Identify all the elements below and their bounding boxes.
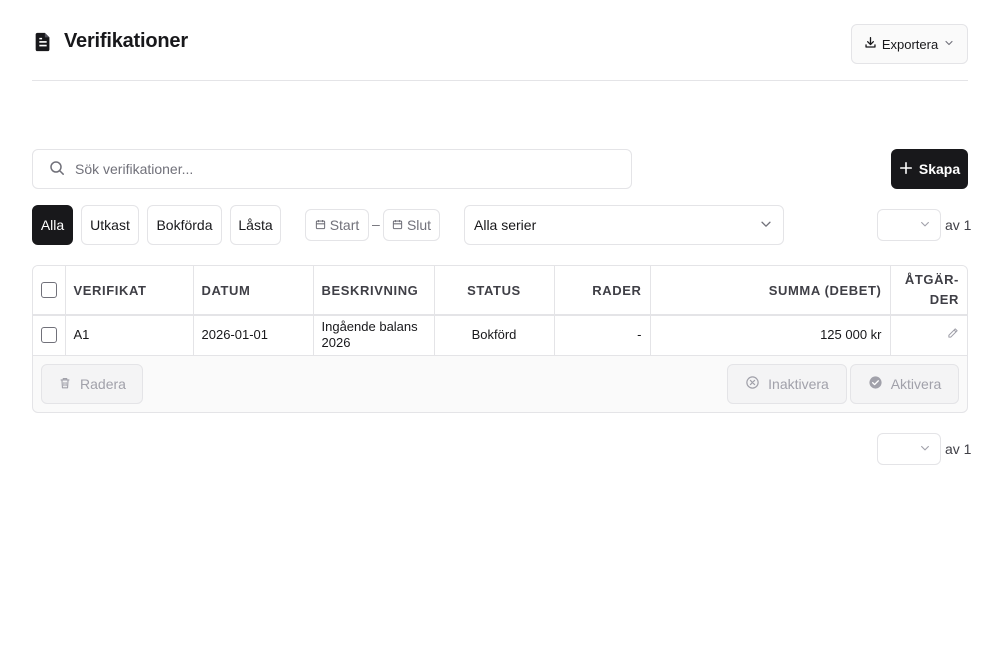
row-checkbox[interactable]	[40, 327, 57, 344]
chevron-down-icon	[759, 217, 773, 234]
check-circle-icon	[868, 375, 883, 393]
deactivate-button[interactable]: Inaktivera	[727, 364, 847, 404]
cell-beskrivning: Ingående balans 2026	[313, 315, 435, 356]
edit-pencil-icon[interactable]	[947, 327, 959, 343]
page-title: Verifikationer	[64, 30, 188, 52]
activate-label: Aktivera	[890, 376, 942, 392]
end-date-label: Slut	[406, 217, 432, 233]
export-button[interactable]: Exportera	[851, 24, 968, 64]
calendar-icon	[315, 217, 326, 233]
chevron-down-icon	[919, 217, 931, 233]
search-input[interactable]	[75, 161, 595, 177]
cell-status: Bokförd	[434, 315, 555, 356]
row-select-cell	[33, 315, 66, 356]
cell-datum: 2026-01-01	[193, 315, 314, 356]
x-circle-icon	[745, 375, 760, 393]
document-icon	[32, 31, 54, 53]
page-select-bottom[interactable]	[877, 433, 941, 465]
column-header-actions: ÅTGÄR-DER	[890, 266, 967, 316]
bulk-actions-bar: Radera Inaktivera Aktivera	[33, 356, 967, 412]
column-header-status[interactable]: STATUS	[434, 266, 555, 316]
delete-button[interactable]: Radera	[41, 364, 143, 404]
cell-actions	[890, 315, 967, 356]
series-select[interactable]: Alla serier	[464, 205, 784, 245]
column-header-verifikat[interactable]: VERIFIKAT	[65, 266, 194, 316]
chevron-down-icon	[919, 441, 931, 457]
delete-label: Radera	[80, 376, 126, 392]
table-header-row: VERIFIKAT DATUM BESKRIVNING STATUS RADER…	[33, 266, 967, 316]
cell-verifikat: A1	[65, 315, 194, 356]
cell-summa: 125 000 kr	[650, 315, 891, 356]
select-all-cell	[33, 266, 66, 316]
start-date-label: Start	[329, 217, 360, 233]
plus-icon	[899, 161, 913, 178]
create-label: Skapa	[918, 161, 961, 177]
create-button[interactable]: Skapa	[891, 149, 968, 189]
column-header-datum[interactable]: DATUM	[193, 266, 314, 316]
end-date-button[interactable]: Slut	[383, 209, 440, 241]
download-icon	[864, 36, 877, 52]
cell-rader: -	[554, 315, 651, 356]
select-all-checkbox[interactable]	[40, 282, 57, 298]
date-separator: –	[372, 216, 380, 232]
filter-tab-locked[interactable]: Låsta	[230, 205, 281, 245]
filter-tab-booked[interactable]: Bokförda	[147, 205, 222, 245]
search-bar	[32, 149, 632, 189]
calendar-icon	[392, 217, 403, 233]
page-count-label: av 1	[945, 217, 972, 233]
column-header-summa[interactable]: SUMMA (DEBET)	[650, 266, 891, 316]
activate-button[interactable]: Aktivera	[850, 364, 959, 404]
page-count-label: av 1	[945, 441, 972, 457]
table-row[interactable]: A1 2026-01-01 Ingående balans 2026 Bokfö…	[33, 315, 967, 356]
column-header-rader[interactable]: RADER	[554, 266, 651, 316]
start-date-button[interactable]: Start	[305, 209, 369, 241]
trash-icon	[58, 376, 72, 393]
verifications-table-container: VERIFIKAT DATUM BESKRIVNING STATUS RADER…	[32, 265, 968, 413]
deactivate-label: Inaktivera	[768, 376, 829, 392]
search-icon	[49, 160, 65, 179]
filter-tab-drafts[interactable]: Utkast	[81, 205, 139, 245]
column-header-beskrivning[interactable]: BESKRIVNING	[313, 266, 435, 316]
verifications-table: VERIFIKAT DATUM BESKRIVNING STATUS RADER…	[33, 266, 967, 356]
filter-tab-all[interactable]: Alla	[32, 205, 73, 245]
series-selected-value: Alla serier	[474, 217, 537, 233]
chevron-down-icon	[943, 37, 955, 52]
title-group: Verifikationer	[32, 30, 188, 53]
export-label: Exportera	[881, 36, 939, 52]
page-header: Verifikationer Exportera	[32, 24, 968, 81]
page-select-top[interactable]	[877, 209, 941, 241]
